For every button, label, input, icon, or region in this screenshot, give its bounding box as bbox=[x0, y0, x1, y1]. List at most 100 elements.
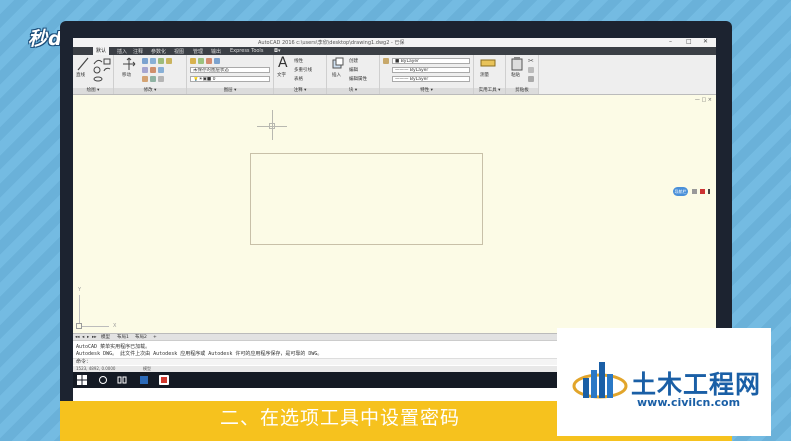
match-clip-icon[interactable] bbox=[528, 76, 534, 82]
zoom-icon[interactable] bbox=[700, 189, 705, 194]
search-icon[interactable] bbox=[98, 375, 108, 385]
measure-icon[interactable] bbox=[480, 57, 496, 69]
tab-home[interactable]: 默认 bbox=[93, 47, 110, 55]
fillet-icon[interactable] bbox=[166, 58, 172, 64]
navigation-bar[interactable]: 导航栏 bbox=[673, 187, 716, 196]
ribbon-tabs: 默认 插入 注释 参数化 视图 管理 输出 Express Tools ◘▾ bbox=[73, 47, 716, 55]
measure-label[interactable]: 测量 bbox=[480, 72, 489, 78]
line-tool-icon[interactable] bbox=[77, 57, 89, 71]
layer-state-icon[interactable] bbox=[198, 58, 204, 64]
cut-icon[interactable]: ✂ bbox=[528, 57, 534, 65]
minimize-button[interactable]: – bbox=[669, 38, 672, 45]
command-history-line: AutoCAD 菜单实用程序已加载。 bbox=[76, 344, 151, 350]
layers-panel: 未保存的图层状态 💡☀▣■ 0 图层 ▾ bbox=[187, 55, 274, 94]
tab-express-tools[interactable]: Express Tools bbox=[230, 48, 263, 54]
layer-isolate-icon[interactable] bbox=[206, 58, 212, 64]
text-tool-label[interactable]: 文字 bbox=[277, 72, 286, 78]
autocad-taskbar-icon[interactable] bbox=[159, 375, 169, 385]
tab-output[interactable]: 输出 bbox=[211, 48, 221, 55]
close-button[interactable]: ✕ bbox=[703, 38, 708, 45]
linetype-dropdown[interactable]: ——— ByLayer bbox=[392, 67, 470, 73]
lineweight-dropdown[interactable]: ——— ByLayer bbox=[392, 76, 470, 82]
annotation-panel: A 文字 线性 多重引线 表格 注释 ▾ bbox=[274, 55, 327, 94]
caption-text: 二、在选项工具中设置密码 bbox=[219, 407, 460, 429]
annotation-panel-label[interactable]: 注释 ▾ bbox=[274, 88, 326, 94]
text-tool-icon[interactable]: A bbox=[278, 55, 288, 71]
command-history-line: Autodesk DWG。 此文件上次由 Autodesk 应用程序或 Auto… bbox=[76, 351, 323, 357]
windows-start-icon[interactable] bbox=[77, 375, 87, 385]
properties-panel: ■ ByLayer ——— ByLayer ——— ByLayer 特性 ▾ bbox=[380, 55, 474, 94]
block-panel: 插入 创建 编辑 编辑属性 块 ▾ bbox=[327, 55, 380, 94]
edit-block-button[interactable]: 编辑 bbox=[349, 67, 358, 73]
drawing-canvas[interactable]: — □ × 导航栏 Y X bbox=[73, 95, 716, 333]
copy-clip-icon[interactable] bbox=[528, 67, 534, 73]
modify-panel-label[interactable]: 修改 ▾ bbox=[114, 88, 186, 94]
tab-manage[interactable]: 管理 bbox=[193, 48, 203, 55]
utilities-panel: 测量 实用工具 ▾ bbox=[474, 55, 506, 94]
scale-icon[interactable] bbox=[158, 67, 164, 73]
insert-label[interactable]: 插入 bbox=[332, 72, 341, 78]
move-tool-label[interactable]: 移动 bbox=[122, 72, 131, 78]
layer-dropdown[interactable]: 💡☀▣■ 0 bbox=[190, 76, 270, 82]
paste-label[interactable]: 粘贴 bbox=[511, 72, 520, 78]
tab-parametric[interactable]: 参数化 bbox=[151, 48, 166, 55]
clipboard-panel-label[interactable]: 剪贴板 bbox=[506, 88, 538, 94]
tab-view[interactable]: 视图 bbox=[174, 48, 184, 55]
array-icon[interactable] bbox=[150, 67, 156, 73]
watermark: 土木工程网 www.civilcn.com bbox=[557, 328, 771, 436]
mirror-icon[interactable] bbox=[158, 58, 164, 64]
viewport-controls[interactable]: — □ × bbox=[695, 97, 712, 103]
ucs-y-axis bbox=[79, 295, 80, 326]
line-tool-label[interactable]: 直线 bbox=[76, 72, 85, 78]
erase-icon[interactable] bbox=[158, 76, 164, 82]
watermark-url: www.civilcn.com bbox=[637, 396, 741, 409]
lightbulb-icon: 💡☀▣■ bbox=[193, 77, 213, 82]
window-title: AutoCAD 2016 c:\users\李欣\desktop\drawing… bbox=[258, 40, 405, 46]
utilities-panel-label[interactable]: 实用工具 ▾ bbox=[474, 88, 505, 94]
ucs-x-label: X bbox=[113, 323, 117, 329]
orbit-icon[interactable] bbox=[708, 189, 710, 194]
pan-icon[interactable] bbox=[692, 189, 697, 194]
color-dropdown[interactable]: ■ ByLayer bbox=[392, 58, 470, 64]
offset-icon[interactable] bbox=[150, 76, 156, 82]
multileader-button[interactable]: 多重引线 bbox=[294, 67, 312, 73]
steering-wheel-icon[interactable]: 导航栏 bbox=[673, 187, 688, 196]
rotate-icon[interactable] bbox=[142, 58, 148, 64]
insert-block-icon[interactable] bbox=[332, 57, 344, 69]
draw-panel: 直线 绘图 ▾ bbox=[73, 55, 114, 94]
copy-icon[interactable] bbox=[142, 67, 148, 73]
clipboard-panel: 粘贴 ✂ 剪贴板 bbox=[506, 55, 539, 94]
ucs-origin-icon bbox=[76, 323, 82, 329]
civilcn-logo-icon bbox=[572, 362, 628, 399]
create-block-button[interactable]: 创建 bbox=[349, 58, 358, 64]
match-properties-icon[interactable] bbox=[383, 58, 389, 64]
move-icon[interactable] bbox=[122, 57, 136, 71]
layer-name: 0 bbox=[212, 77, 216, 82]
tab-annotate[interactable]: 注释 bbox=[133, 48, 143, 55]
stretch-icon[interactable] bbox=[142, 76, 148, 82]
block-panel-label[interactable]: 块 ▾ bbox=[327, 88, 379, 94]
drawn-rectangle[interactable] bbox=[250, 153, 483, 245]
properties-panel-label[interactable]: 特性 ▾ bbox=[380, 88, 473, 94]
layer-match-icon[interactable] bbox=[214, 58, 220, 64]
maximize-button[interactable]: □ bbox=[686, 38, 692, 45]
layer-state-dropdown[interactable]: 未保存的图层状态 bbox=[190, 67, 270, 73]
table-button[interactable]: 表格 bbox=[294, 76, 303, 82]
ribbon: 直线 绘图 ▾ 移动 修改 ▾ 未保存的图层状态 💡☀▣■ 0 图层 ▾ A 文… bbox=[73, 55, 716, 95]
layers-panel-label[interactable]: 图层 ▾ bbox=[187, 88, 273, 94]
ucs-y-label: Y bbox=[78, 287, 82, 293]
modify-panel: 移动 修改 ▾ bbox=[114, 55, 187, 94]
ucs-x-axis bbox=[79, 326, 109, 327]
tab-more[interactable]: ◘▾ bbox=[274, 48, 280, 54]
trim-icon[interactable] bbox=[150, 58, 156, 64]
edit-attributes-button[interactable]: 编辑属性 bbox=[349, 76, 367, 82]
paste-icon[interactable] bbox=[511, 57, 523, 71]
draw-small-icons[interactable] bbox=[93, 57, 111, 83]
layer-properties-icon[interactable] bbox=[190, 58, 196, 64]
draw-panel-label[interactable]: 绘图 ▾ bbox=[73, 88, 113, 94]
linear-dim-button[interactable]: 线性 bbox=[294, 58, 303, 64]
crosshair-pickbox bbox=[269, 123, 275, 129]
task-view-icon[interactable] bbox=[117, 375, 127, 385]
tab-insert[interactable]: 插入 bbox=[117, 48, 127, 55]
app-icon[interactable] bbox=[139, 375, 149, 385]
